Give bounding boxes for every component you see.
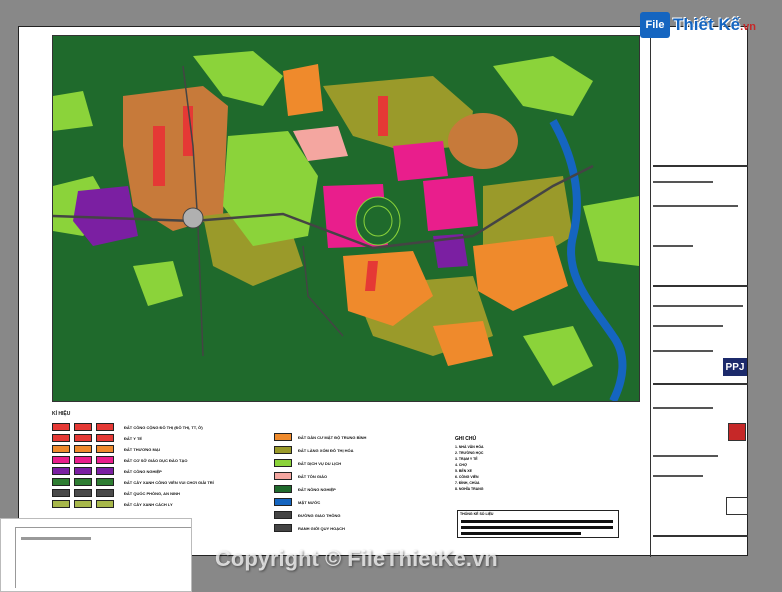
legend-swatch [274,498,292,506]
logo-domain: .vn [740,21,756,33]
land-use-map [52,35,640,402]
legend-swatch [96,489,114,497]
legend-swatch [274,524,292,532]
legend-swatch [274,485,292,493]
legend-swatch [274,511,292,519]
legend-label: RANH GIỚI QUY HOẠCH [298,526,345,531]
legend-label: ĐẤT CÔNG CỘNG ĐÔ THỊ (ĐÔ THỊ, TT, Ở) [124,425,203,430]
note-item: 6. CÔNG VIÊN [455,475,479,479]
legend-label: ĐẤT DÂN CƯ MẬT ĐỘ TRUNG BÌNH [298,435,367,440]
legend-swatch [74,445,92,453]
legend-swatch [52,478,70,486]
legend-swatch [96,434,114,442]
legend-swatch [274,459,292,467]
statistics-bar [461,520,613,523]
note-item: 8. NGHĨA TRANG [455,487,484,491]
legend-label: MẶT NƯỚC [298,500,321,505]
legend-swatch [96,500,114,508]
note-item: 1. NHÀ VĂN HÓA [455,445,484,449]
statistics-bar [461,532,581,535]
drawing-sheet: PPJ KÍ HIỆU ĐẤT CÔNG CỘNG ĐÔ THỊ (ĐÔ THỊ… [18,26,750,557]
legend-swatch [74,500,92,508]
legend-label: ĐẤT CÂY XANH CÔNG VIÊN VUI CHƠI GIẢI TRÍ [124,480,214,485]
title-block-divider [653,285,748,287]
note-item: 2. TRƯỜNG HỌC [455,451,484,455]
legend-swatch [96,445,114,453]
legend-swatch [74,489,92,497]
legend-swatch [74,423,92,431]
legend-swatch [74,434,92,442]
legend-label: ĐẤT QUỐC PHÒNG, AN NINH [124,491,180,496]
legend-swatch [96,456,114,464]
note-item: 5. BẾN XE [455,469,472,473]
legend-swatch [96,467,114,475]
statistics-bar [461,526,613,529]
legend-swatch [74,456,92,464]
legend-swatch [52,467,70,475]
copyright-watermark: Copyright © FileThietKe.vn [215,546,498,571]
legend-swatch [274,446,292,454]
legend-label: ĐẤT Y TẾ [124,436,143,441]
legend-swatch [96,423,114,431]
logo-mark: File [640,12,670,38]
title-block-text-line [653,205,738,207]
legend-label: ĐẤT CƠ SỞ GIÁO DỤC ĐÀO TẠO [124,458,188,463]
title-block-divider [653,535,748,537]
title-block-text-line [653,325,723,327]
corner-sheet-text-line [21,537,91,540]
legend-swatch [274,472,292,480]
legend-swatch [52,500,70,508]
legend-swatch [274,433,292,441]
title-block-text-line [653,475,703,477]
ppj-logo: PPJ [723,358,747,376]
legend-swatch [52,489,70,497]
legend-swatch [52,423,70,431]
legend-swatch [74,478,92,486]
note-item: 4. CHỢ [455,463,467,467]
title-block: PPJ [650,35,750,557]
legend-label: ĐẤT TÔN GIÁO [298,474,328,479]
corner-sheet [0,518,192,592]
title-block-text-line [653,455,718,457]
legend-label: ĐƯỜNG GIAO THÔNG [298,513,341,518]
legend-label: ĐẤT CÔNG NGHIỆP [124,469,162,474]
statistics-title: THỐNG KÊ SỐ LIỆU [460,512,494,516]
map-canvas [53,36,639,401]
legend-label: ĐẤT NÔNG NGHIỆP [298,487,336,492]
watermark-logo: File Thiết Kế .vn [640,12,756,38]
title-block-text-line [653,245,693,247]
legend-swatch [52,456,70,464]
legend-swatch [96,478,114,486]
legend-label: ĐẤT CÂY XANH CÁCH LY [124,502,173,507]
legend-label: ĐẤT DỊCH VỤ DU LỊCH [298,461,342,466]
company-stamp-icon [728,423,746,441]
legend-label: ĐẤT LÀNG XÓM ĐÔ THỊ HÓA [298,448,354,453]
title-block-box [726,497,748,515]
title-block-divider [653,383,748,385]
logo-text: Thiết Kế [673,15,741,34]
title-block-text-line [653,305,743,307]
title-block-text-line [653,181,713,183]
statistics-box: THỐNG KÊ SỐ LIỆU [457,510,619,538]
title-block-divider [653,165,748,167]
title-block-text-line [653,350,713,352]
title-block-text-line [653,407,713,409]
notes-title: GHI CHÚ [455,436,477,442]
note-item: 7. ĐÌNH, CHÙA [455,481,480,485]
legend-swatch [52,434,70,442]
legend-swatch [52,445,70,453]
legend-label: ĐẤT THƯƠNG MẠI [124,447,160,452]
legend-title: KÍ HIỆU [52,411,71,417]
note-item: 3. TRẠM Y TẾ [455,457,478,461]
legend-swatch [74,467,92,475]
